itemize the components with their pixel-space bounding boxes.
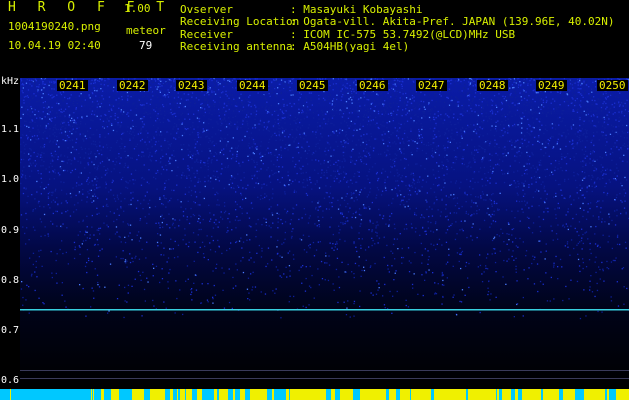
time-label: 0242 [117,79,148,92]
frequency-unit-label: kHz [1,76,20,87]
header-panel: H R O F F T 1.00 1004190240.png meteor 1… [0,0,629,75]
frequency-tick-label: 0.8 [1,275,20,286]
spectrogram-plot [20,78,629,388]
frequency-tick-label: 1.1 [1,124,20,135]
frequency-tick-label: 0.7 [1,325,20,336]
frequency-tick-label: 0.9 [1,225,20,236]
time-label: 0245 [297,79,328,92]
info-label-antenna: Receiving antenna [180,40,293,53]
time-label: 0243 [176,79,207,92]
frequency-tick-label: 1.0 [1,174,20,185]
time-label: 0249 [536,79,567,92]
time-label: 0246 [357,79,388,92]
time-label: 0241 [57,79,88,92]
file-name: 1004190240.png [8,20,101,33]
meteor-count: 79 [139,39,153,52]
frequency-tick-label: 0.6 [1,375,20,386]
time-label: 0247 [416,79,447,92]
info-value-location: : Ogata-vill. Akita-Pref. JAPAN (139.96E… [290,15,615,28]
time-label: 0244 [237,79,268,92]
time-label: 0248 [477,79,508,92]
info-value-antenna: : A504HB(yagi 4el) [290,40,410,53]
spectrogram-canvas [20,78,629,388]
bottom-signal-bar [0,389,629,400]
meteor-label: meteor [126,24,166,37]
date-time: 10.04.19 02:40 [8,39,101,52]
info-label-location: Receiving Location [180,15,300,28]
app-version: 1.00 [124,2,151,15]
time-label: 0250 [597,79,628,92]
